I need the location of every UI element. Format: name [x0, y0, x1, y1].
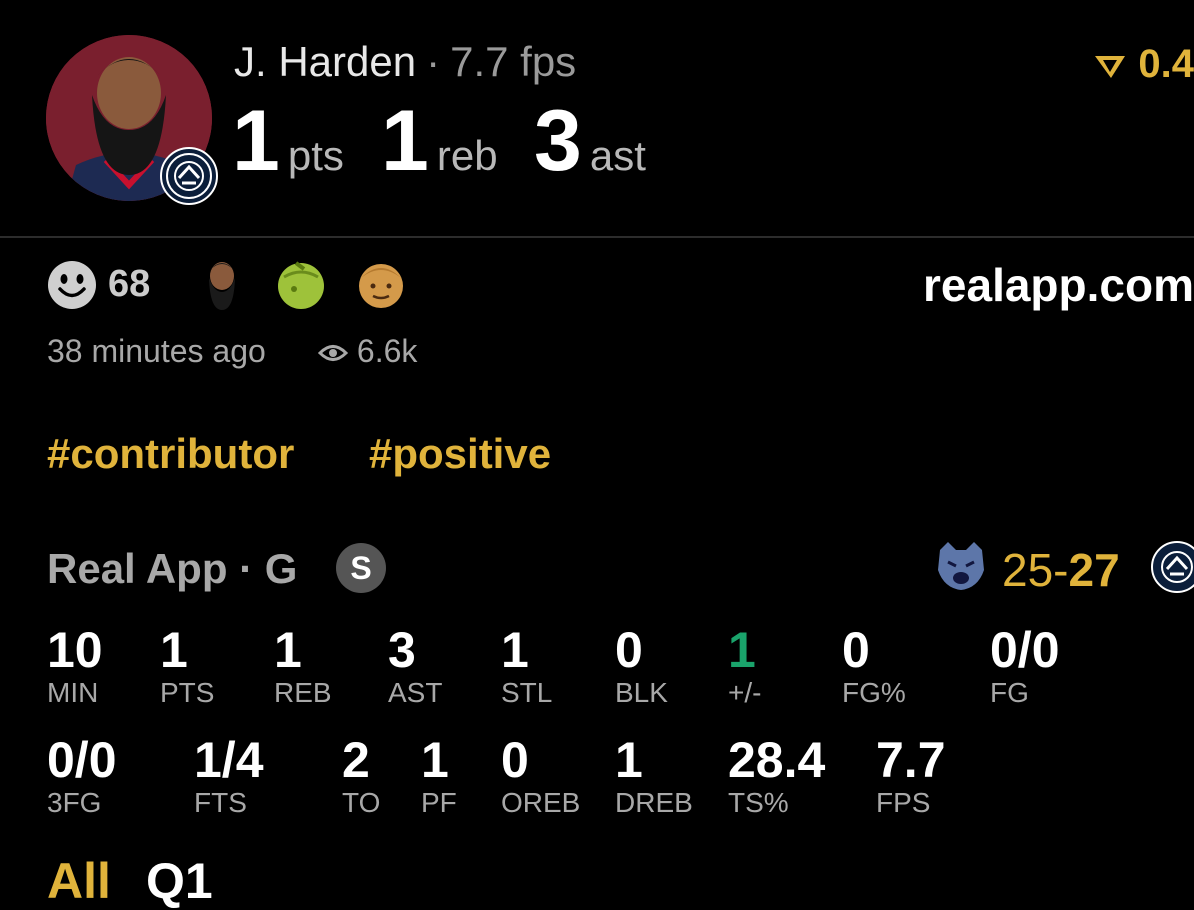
stat-line-reb: 1 reb: [381, 93, 498, 189]
stat-line-pts: 1 pts: [232, 93, 344, 189]
player-name[interactable]: J. Harden: [234, 38, 416, 85]
divider: [0, 236, 1194, 238]
stat-fps: 7.7 FPS: [876, 732, 946, 818]
ball-emoji-icon[interactable]: [276, 259, 326, 316]
stat-blk: 0 BLK: [615, 622, 668, 708]
site-watermark: realapp.com: [923, 259, 1194, 311]
stat-ts-pct: 28.4 TS%: [728, 732, 826, 818]
stat-oreb: 0 OREB: [501, 732, 581, 818]
tab-all[interactable]: All: [47, 852, 111, 910]
stat-3fg: 0/0 3FG: [47, 732, 117, 818]
stat-fg: 0/0 FG: [990, 622, 1060, 708]
tag-positive[interactable]: #positive: [369, 430, 551, 478]
top-right-score[interactable]: 0.4: [1093, 42, 1194, 87]
post-time: 38 minutes ago: [47, 333, 266, 369]
reaction-count: 68: [108, 263, 151, 305]
stat-plus-minus: 1 +/-: [728, 622, 762, 708]
stat-fg-pct: 0 FG%: [842, 622, 906, 708]
game-score[interactable]: 25-27: [1002, 543, 1120, 597]
face-emoji-icon[interactable]: [355, 260, 407, 315]
stat-line-ast: 3 ast: [534, 93, 646, 189]
stat-fts: 1/4 FTS: [194, 732, 264, 818]
eye-icon: [317, 345, 349, 361]
source-badge[interactable]: S: [336, 543, 386, 593]
player-fps: 7.7 fps: [450, 38, 577, 85]
view-count: 6.6k: [317, 333, 417, 370]
team-logo-icon: [160, 147, 218, 205]
stat-dreb: 1 DREB: [615, 732, 693, 818]
harden-emoji-icon[interactable]: [204, 258, 240, 317]
stat-to: 2 TO: [342, 732, 381, 818]
stat-stl: 1 STL: [501, 622, 553, 708]
tag-contributor[interactable]: #contributor: [47, 430, 294, 478]
tab-q1[interactable]: Q1: [146, 852, 213, 910]
nets-logo-icon[interactable]: [1150, 540, 1194, 599]
real-logo-icon: [1095, 56, 1126, 79]
grizzlies-logo-icon[interactable]: [934, 540, 988, 597]
source-label: Real App · G: [47, 545, 298, 592]
stat-ast: 3 AST: [388, 622, 443, 708]
stat-min: 10 MIN: [47, 622, 103, 708]
stat-pf: 1 PF: [421, 732, 457, 818]
smiley-reaction-icon[interactable]: [47, 260, 97, 315]
stat-pts: 1 PTS: [160, 622, 215, 708]
stat-reb: 1 REB: [274, 622, 332, 708]
player-name-line: J. Harden · 7.7 fps: [234, 38, 577, 85]
